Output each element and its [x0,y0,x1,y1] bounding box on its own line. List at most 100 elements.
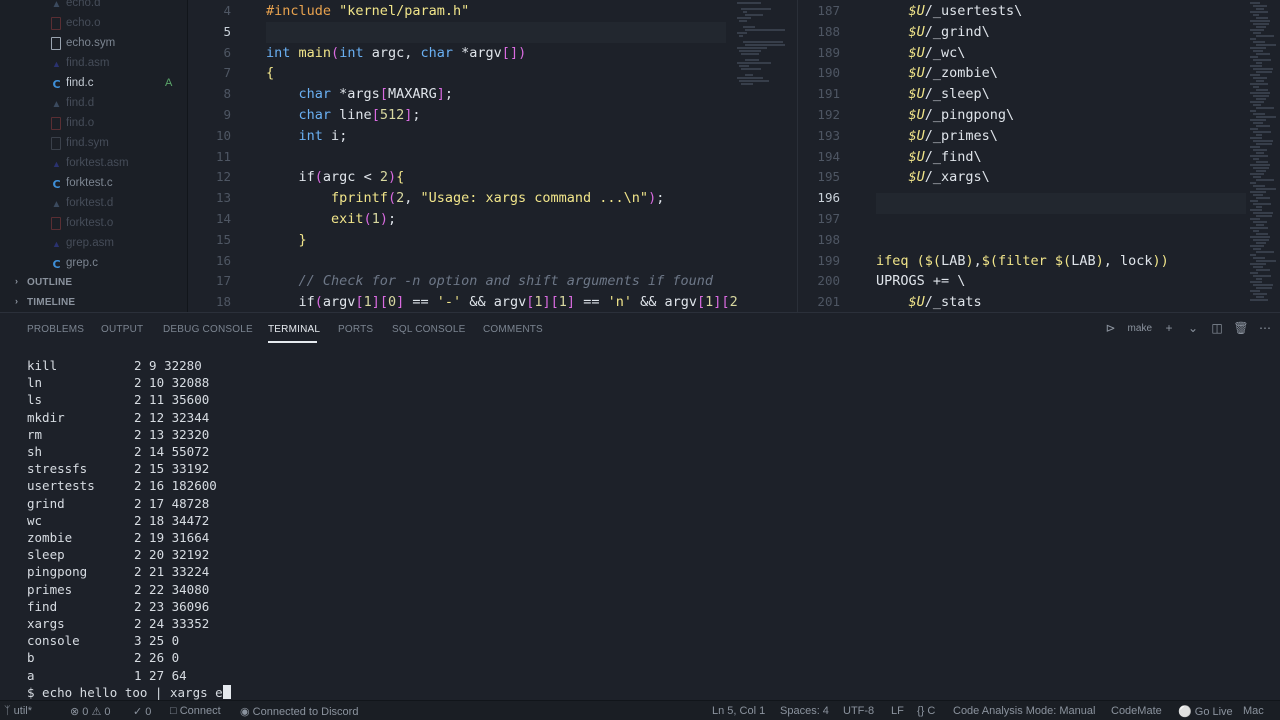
code-line[interactable]: 193 $U/_primes\ [798,126,1280,147]
file-entry-name: find [27,598,58,614]
code-line[interactable]: 5 [189,22,795,43]
code-line[interactable]: 10 int i; [189,126,795,147]
trash-icon[interactable]: 🗑 [1233,321,1248,335]
code-line[interactable]: 196 [798,188,1280,209]
line-number: 192 [817,107,840,122]
section-outline[interactable]: › OUTLINE [0,273,187,293]
code-line[interactable]: 6 int main(int argc, char *argv[]) [189,43,795,64]
file-item[interactable]: ▲ forktest.d [0,194,187,214]
file-entry-name: rm [27,426,43,442]
file-item[interactable]: ▲ grep.asm [0,234,187,254]
file-item[interactable]: find.o [0,114,187,134]
terminal-name[interactable]: make [1128,323,1152,334]
code-line[interactable]: 189 $U/_wc\ [798,43,1280,64]
code-line[interactable]: 7{ [189,63,795,84]
file-entry-meta: 2 16 182600 [134,478,217,494]
tab-problems[interactable]: PROBLEMS [27,324,84,335]
code-line[interactable]: 13 fprintf(2, "Usage: xargs command ...\… [189,188,795,209]
file-item[interactable]: ▲ echo.d [0,0,187,14]
file-item[interactable]: Cgrep.c [0,254,187,274]
code-line[interactable]: 191 $U/_sleep\ [798,84,1280,105]
line-number: 193 [817,127,840,143]
code-line[interactable]: 190 $U/_zombie\ [798,63,1280,84]
indentation[interactable]: Spaces: 4 [780,705,829,717]
more-icon[interactable]: ⋯ [1258,321,1272,335]
section-timeline[interactable]: › TIMELINE [0,293,187,312]
code-text: $U/_usertests\ [908,3,1023,19]
platform-indicator[interactable]: Mac [1243,705,1264,717]
code-line[interactable]: 14 exit(1); [189,209,795,230]
codemate-button[interactable]: CodeMate [1111,705,1162,717]
file-entry-name: a [27,667,35,683]
file-item[interactable]: Cforktest.c [0,174,187,194]
code-line[interactable]: 188 $U/_grind\ [798,22,1280,43]
code-line[interactable]: 198 [798,230,1280,251]
file-name: grep.asm [66,237,114,249]
tab-terminal[interactable]: TERMINAL [268,324,320,335]
file-name: echo.sym [66,37,116,49]
file-item[interactable]: ▲ find.d [0,94,187,114]
end-of-line[interactable]: LF [891,705,904,717]
code-text: exit(1); [331,211,397,227]
cursor-position[interactable]: Ln 5, Col 1 [712,705,765,717]
tab-output[interactable]: OUTPUT [101,324,143,335]
file-item[interactable]: echo.o [0,14,187,34]
file-entry-meta: 3 25 0 [134,633,180,649]
code-line[interactable]: 194 $U/_find\ [798,147,1280,168]
code-line[interactable]: 8 char *args[MAXARG]; [189,84,795,105]
code-line[interactable]: 200 UPROGS += \ [798,271,1280,292]
line-number: 8 [223,86,231,102]
status-bar: ᛉ util* ⊗ 0 ⚠ 0 ✓ 0 □ Connect ◉ Connecte… [0,700,1280,720]
chevron-down-icon[interactable]: ⌄ [1186,321,1200,335]
editor-xargs-c[interactable]: 4 #include "kernel/param.h" 5 6 int main(int… [189,0,795,312]
code-line[interactable]: 199 ifeq ($(LAB),$(filter $(LAB), lock)) [798,251,1280,272]
tab-comments[interactable]: COMMENTS [483,324,543,335]
code-line[interactable]: 187 $U/_usertests\ [798,1,1280,22]
file-entry-name: usertests [27,478,95,494]
ports-indicator[interactable]: ✓ 0 [133,705,151,718]
code-line[interactable]: 9 char line[512]; [189,105,795,126]
code-line[interactable]: 197 [798,209,1280,230]
editor-makefile[interactable]: 187 $U/_usertests\ 188 $U/_grind\ 189 $U/_… [797,0,1280,312]
code-line[interactable]: 16 [189,251,795,272]
c-file-icon: C [52,177,61,191]
code-text: UPROGS += \ [876,273,966,290]
tab-sql-console[interactable]: SQL CONSOLE [392,324,466,335]
encoding[interactable]: UTF-8 [843,705,874,717]
code-line[interactable]: 11 [189,147,795,168]
file-item[interactable]: ▲ forktest.asm [0,154,187,174]
tab-ports[interactable]: PORTS [338,324,373,335]
file-item[interactable]: find.sym [0,134,187,154]
code-line[interactable]: 195 $U/_xargs\ [798,167,1280,188]
section-label: OUTLINE [27,277,73,288]
file-item[interactable]: ▲ find.asm [0,54,187,74]
language-mode[interactable]: {} C [917,705,935,717]
asm-file-icon: ▲ [52,59,61,69]
file-item[interactable]: Cfind.c A [0,74,187,94]
code-line[interactable]: 17 // Check for -n option and shift argu… [189,271,795,292]
code-line[interactable]: 4 #include "kernel/param.h" [189,1,795,22]
connect-button[interactable]: □ Connect [170,705,221,717]
file-name: forktest.c [66,177,113,189]
file-name: forktest.d [66,197,114,209]
add-terminal-icon[interactable]: + [1162,321,1176,335]
problems-indicator[interactable]: ⊗ 0 ⚠ 0 [70,705,111,718]
prompt-text: $ echo hello too | xargs e [27,684,223,700]
file-item[interactable]: forktest.o [0,214,187,234]
tab-debug-console[interactable]: DEBUG CONSOLE [163,324,253,335]
code-line[interactable]: 15 } [189,230,795,251]
file-entry-meta: 2 23 36096 [134,598,210,614]
line-number: 201 [817,294,840,310]
code-line[interactable]: 12 if(argc < 2){ [189,167,795,188]
code-line[interactable]: 201 $U/_stats [798,292,1280,312]
split-terminal-icon[interactable]: ◫ [1210,321,1224,335]
branch-indicator[interactable]: ᛉ util* [4,705,32,717]
file-item[interactable]: echo.sym [0,34,187,54]
code-line[interactable]: 18 if(argv[1][0] == '-' && argv[1][1] ==… [189,292,795,312]
code-analysis-mode[interactable]: Code Analysis Mode: Manual [953,705,1095,717]
discord-status[interactable]: ◉ Connected to Discord [240,705,358,718]
terminal-prompt-line[interactable]: $ echo hello too | xargs e [27,684,231,701]
line-number: 187 [817,3,840,18]
code-line[interactable]: 192 $U/_pingpong\ [798,105,1280,126]
go-live-button[interactable]: ⚪ Go Live [1178,705,1233,718]
